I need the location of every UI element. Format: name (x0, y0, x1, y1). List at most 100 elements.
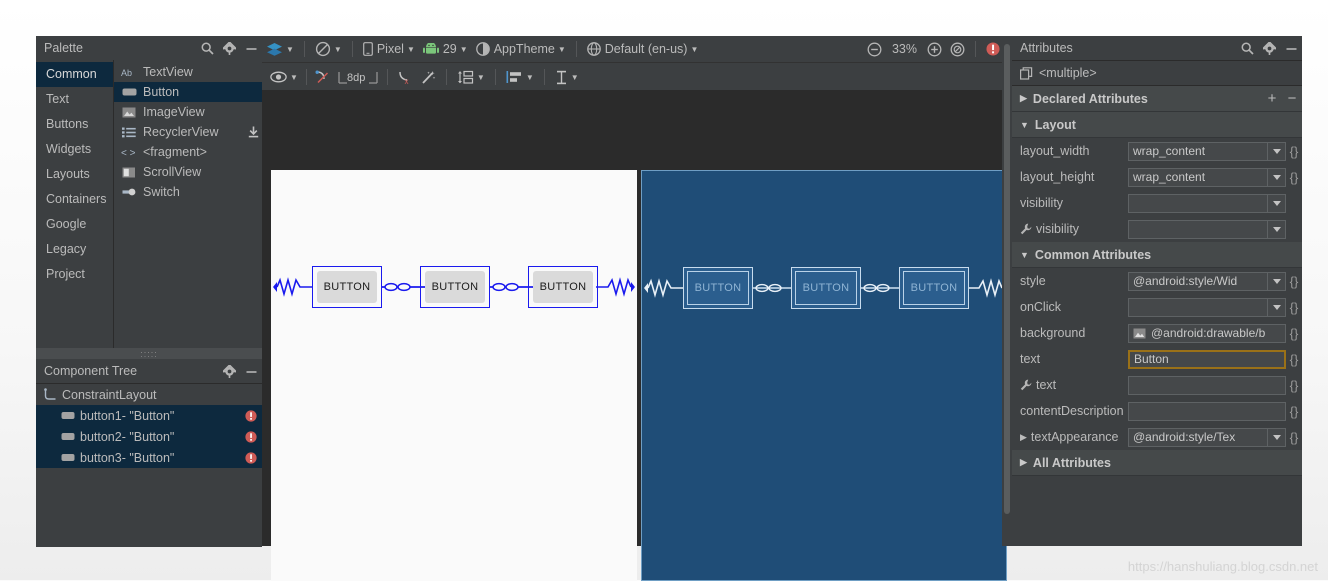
error-icon[interactable] (240, 409, 262, 422)
baseline-off-button[interactable]: x (393, 65, 416, 89)
attributes-search-icon[interactable] (1236, 37, 1258, 59)
editor-attributes-splitter[interactable] (1002, 36, 1012, 546)
locale-selector[interactable]: Default (en-us) ▼ (583, 37, 703, 61)
attr-brace-text[interactable]: {} (1286, 352, 1302, 367)
tree-row-button3[interactable]: button3- "Button" (36, 447, 262, 468)
attr-label-style: style (1020, 274, 1046, 288)
palette-item-textview[interactable]: Ab TextView (114, 62, 262, 82)
attr-value-visibility[interactable] (1128, 193, 1268, 213)
palette-search-icon[interactable] (196, 37, 218, 59)
attr-brace-textappearance[interactable]: {} (1286, 430, 1302, 445)
palette-category-widgets[interactable]: Widgets (36, 137, 113, 162)
palette-item-scrollview[interactable]: ScrollView (114, 162, 262, 182)
attr-brace-style[interactable]: {} (1286, 274, 1302, 289)
design-surface[interactable]: BUTTON BUTTON BUTTON (271, 170, 637, 581)
orientation-button[interactable]: ▼ (311, 37, 346, 61)
attr-value-tools-visibility[interactable] (1128, 219, 1268, 239)
default-margin-button[interactable]: 8dp (334, 65, 382, 89)
palette-item-imageview[interactable]: ImageView (114, 102, 262, 122)
palette-category-legacy[interactable]: Legacy (36, 237, 113, 262)
zoom-in-button[interactable] (923, 37, 946, 61)
pack-button[interactable]: ▼ (453, 65, 489, 89)
design-canvas[interactable]: BUTTON BUTTON BUTTON BUTTON BUTTON BUTTO… (262, 90, 1012, 581)
zoom-out-button[interactable] (863, 37, 886, 61)
vertical-scrollbar[interactable] (1004, 44, 1010, 514)
section-common-attributes[interactable]: ▼ Common Attributes (1012, 242, 1302, 268)
download-icon[interactable] (244, 126, 262, 138)
palette-item-button[interactable]: Button (114, 82, 262, 102)
palette-category-buttons[interactable]: Buttons (36, 112, 113, 137)
attributes-minimize-icon[interactable] (1280, 37, 1302, 59)
attr-value-style[interactable]: @android:style/Wid (1128, 271, 1268, 291)
design-button-1[interactable]: BUTTON (312, 266, 382, 308)
palette-category-common[interactable]: Common (36, 62, 113, 87)
design-surface-button[interactable]: ▼ (262, 37, 298, 61)
palette-item-switch[interactable]: Switch (114, 182, 262, 202)
attr-value-tools-text[interactable] (1128, 375, 1286, 395)
palette-category-text[interactable]: Text (36, 87, 113, 112)
palette-category-layouts[interactable]: Layouts (36, 162, 113, 187)
design-button-2[interactable]: BUTTON (420, 266, 490, 308)
attr-dropdown-style[interactable] (1268, 271, 1286, 291)
api-level-selector[interactable]: 29 ▼ (419, 37, 472, 61)
chevron-right-icon[interactable]: ▶ (1020, 432, 1027, 443)
clear-constraints-button[interactable] (311, 65, 334, 89)
attr-value-contentdescription[interactable] (1128, 401, 1286, 421)
attr-brace-tools-text[interactable]: {} (1286, 378, 1302, 393)
attr-value-textappearance[interactable]: @android:style/Tex (1128, 427, 1268, 447)
component-tree-gear-icon[interactable] (218, 360, 240, 382)
design-button-3[interactable]: BUTTON (528, 266, 598, 308)
palette-item-recyclerview[interactable]: RecyclerView (114, 122, 262, 142)
infer-constraints-magic-wand-icon[interactable] (416, 65, 440, 89)
attr-brace-background[interactable]: {} (1286, 326, 1302, 341)
attr-brace-contentdescription[interactable]: {} (1286, 404, 1302, 419)
attr-dropdown-textappearance[interactable] (1268, 427, 1286, 447)
attr-value-layout-width[interactable]: wrap_content (1128, 141, 1268, 161)
attr-dropdown-visibility[interactable] (1268, 193, 1286, 213)
blueprint-surface[interactable]: BUTTON BUTTON BUTTON (641, 170, 1007, 581)
palette-category-containers[interactable]: Containers (36, 187, 113, 212)
blueprint-button-1[interactable]: BUTTON (683, 267, 753, 309)
tree-row-constraintlayout[interactable]: ConstraintLayout (36, 384, 262, 405)
attr-dropdown-layout-width[interactable] (1268, 141, 1286, 161)
guidelines-button[interactable]: ▼ (551, 65, 583, 89)
theme-selector[interactable]: AppTheme ▼ (472, 37, 570, 61)
tree-row-button1[interactable]: button1- "Button" (36, 405, 262, 426)
device-selector[interactable]: Pixel ▼ (359, 37, 419, 61)
editor-toolbar-design: ▼ 8dp x ▼ ▼ ▼ (262, 62, 1012, 91)
error-badge[interactable] (982, 37, 1004, 61)
toolbar-separator (975, 41, 976, 57)
attr-brace-layout-width[interactable]: {} (1286, 144, 1302, 159)
attr-brace-layout-height[interactable]: {} (1286, 170, 1302, 185)
blueprint-button-3[interactable]: BUTTON (899, 267, 969, 309)
attr-dropdown-tools-visibility[interactable] (1268, 219, 1286, 239)
tree-row-button2[interactable]: button2- "Button" (36, 426, 262, 447)
attr-dropdown-layout-height[interactable] (1268, 167, 1286, 187)
attributes-gear-icon[interactable] (1258, 37, 1280, 59)
attr-row-tools-text: text {} (1012, 372, 1302, 398)
palette-item-fragment[interactable]: < > <fragment> (114, 142, 262, 162)
error-icon[interactable] (240, 430, 262, 443)
attr-value-onclick[interactable] (1128, 297, 1268, 317)
section-all-attributes[interactable]: ▶ All Attributes (1012, 450, 1302, 476)
palette-settings-gear-icon[interactable] (218, 37, 240, 59)
section-layout[interactable]: ▼ Layout (1012, 112, 1302, 138)
attr-brace-onclick[interactable]: {} (1286, 300, 1302, 315)
attr-dropdown-onclick[interactable] (1268, 297, 1286, 317)
align-button[interactable]: ▼ (502, 65, 538, 89)
attr-value-text[interactable]: Button (1128, 349, 1286, 369)
component-tree-minimize-icon[interactable] (240, 360, 262, 382)
attr-value-background[interactable]: @android:drawable/b (1128, 323, 1286, 343)
error-icon[interactable] (240, 451, 262, 464)
palette-category-google[interactable]: Google (36, 212, 113, 237)
view-options-button[interactable]: ▼ (266, 65, 302, 89)
palette-category-project[interactable]: Project (36, 262, 113, 287)
add-attribute-button[interactable]: + (1262, 90, 1282, 107)
palette-minimize-icon[interactable] (240, 37, 262, 59)
palette-splitter[interactable]: ::::: (36, 348, 262, 359)
blueprint-button-2[interactable]: BUTTON (791, 267, 861, 309)
remove-attribute-button[interactable]: − (1282, 90, 1302, 107)
attr-value-layout-height[interactable]: wrap_content (1128, 167, 1268, 187)
zoom-fit-button[interactable] (946, 37, 969, 61)
section-declared-attributes[interactable]: ▶ Declared Attributes + − (1012, 86, 1302, 112)
